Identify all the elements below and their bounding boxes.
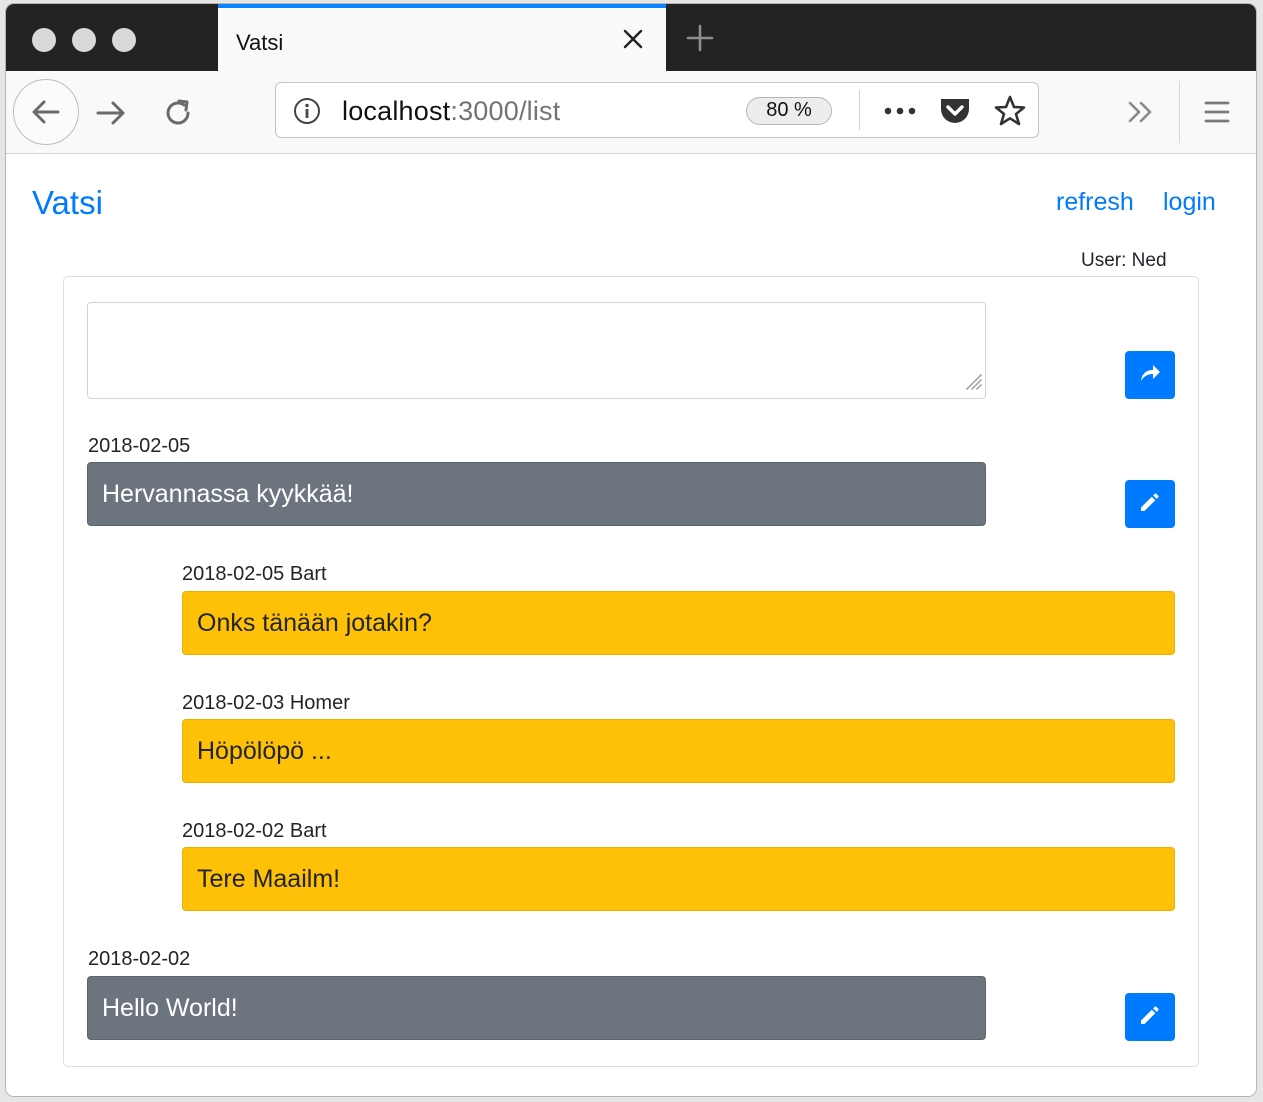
send-button[interactable] — [1125, 351, 1175, 399]
edit-button[interactable] — [1125, 480, 1175, 528]
forward-icon[interactable] — [92, 93, 132, 133]
message-bubble: Hello World! — [87, 976, 986, 1040]
reply-text: Tere Maailm! — [197, 864, 341, 893]
reply-text: Höpölöpö ... — [197, 736, 332, 765]
brand-link[interactable]: Vatsi — [32, 184, 103, 222]
reply-meta: 2018-02-05 Bart — [182, 563, 327, 585]
message-text: Hello World! — [102, 993, 238, 1022]
refresh-link[interactable]: refresh — [1056, 188, 1134, 217]
reply-text: Onks tänään jotakin? — [197, 608, 432, 637]
star-icon[interactable] — [993, 94, 1027, 133]
reply-bubble: Onks tänään jotakin? — [182, 591, 1175, 655]
nav-bar: localhost:3000/list 80 % — [6, 71, 1256, 154]
window-close-dot[interactable] — [32, 28, 56, 52]
url-bar[interactable]: localhost:3000/list 80 % — [275, 82, 1039, 138]
plus-icon[interactable] — [684, 22, 716, 54]
reply-bubble: Tere Maailm! — [182, 847, 1175, 911]
divider — [1179, 81, 1180, 143]
user-label: User: Ned — [1081, 250, 1167, 271]
message-date: 2018-02-05 — [88, 435, 191, 457]
message-text: Hervannassa kyykkää! — [102, 479, 354, 508]
message-card: 2018-02-05 Hervannassa kyykkää! 2018-02-… — [63, 276, 1199, 1067]
back-icon[interactable] — [13, 79, 79, 145]
url-path: :3000/list — [450, 96, 561, 126]
tab-title: Vatsi — [236, 30, 284, 55]
login-link[interactable]: login — [1163, 188, 1216, 217]
browser-window: Vatsi localhost:3000/list 80 % Vatsi ref… — [6, 4, 1256, 1096]
reload-icon[interactable] — [158, 93, 198, 133]
window-zoom-dot[interactable] — [112, 28, 136, 52]
zoom-indicator[interactable]: 80 % — [746, 97, 832, 125]
message-bubble: Hervannassa kyykkää! — [87, 462, 986, 526]
reply-meta: 2018-02-02 Bart — [182, 820, 327, 842]
reply-bubble: Höpölöpö ... — [182, 719, 1175, 783]
reply-meta: 2018-02-03 Homer — [182, 692, 350, 714]
tab-active[interactable]: Vatsi — [218, 4, 666, 71]
pencil-icon — [1138, 490, 1162, 519]
share-icon — [1138, 361, 1162, 390]
edit-button[interactable] — [1125, 993, 1175, 1041]
message-input[interactable] — [87, 302, 986, 399]
message-date: 2018-02-02 — [88, 948, 191, 970]
url-host: localhost — [342, 96, 451, 126]
info-icon[interactable] — [292, 96, 322, 131]
divider — [859, 90, 860, 130]
page-content: Vatsi refresh login User: Ned 2018-02-05… — [6, 154, 1256, 1096]
window-minimize-dot[interactable] — [72, 28, 96, 52]
tab-bar: Vatsi — [6, 4, 1256, 71]
more-icon[interactable] — [882, 101, 918, 126]
overflow-icon[interactable] — [1124, 95, 1158, 129]
resize-grip-icon[interactable] — [961, 369, 983, 396]
pocket-icon[interactable] — [938, 95, 972, 132]
close-icon[interactable] — [620, 26, 646, 52]
pencil-icon — [1138, 1003, 1162, 1032]
url-text[interactable]: localhost:3000/list — [342, 96, 560, 127]
menu-icon[interactable] — [1200, 95, 1234, 129]
